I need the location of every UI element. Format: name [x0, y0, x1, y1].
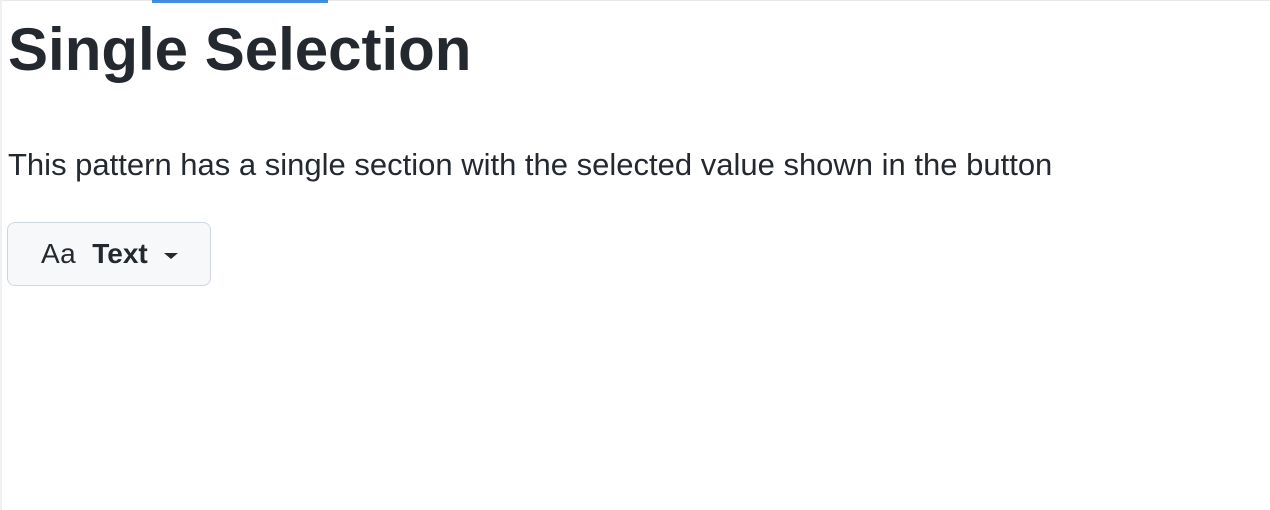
selected-tab-indicator	[152, 0, 328, 3]
font-icon: Aa	[41, 238, 77, 269]
selection-menu-button[interactable]: Aa Text	[7, 222, 211, 286]
selected-value-label: Text	[92, 238, 148, 269]
caret-down-icon	[163, 252, 178, 259]
page-frame: Single Selection This pattern has a sing…	[0, 0, 1270, 510]
page-description: This pattern has a single section with t…	[8, 147, 1053, 182]
page-title: Single Selection	[8, 16, 472, 83]
